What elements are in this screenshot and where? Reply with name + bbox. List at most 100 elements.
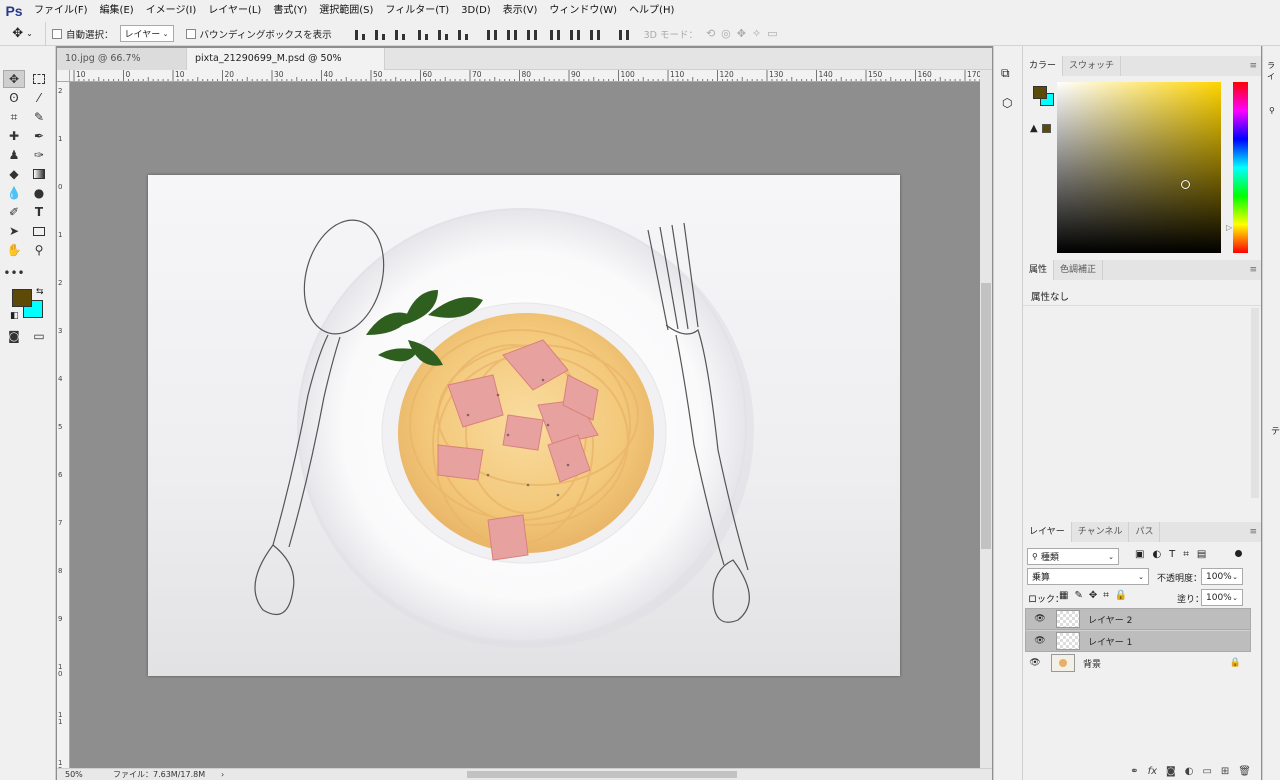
layer-row[interactable]: 👁 背景 🔒 — [1025, 652, 1251, 674]
screen-mode-icon[interactable]: ▭ — [28, 327, 50, 345]
3d-panel-icon[interactable]: ⬡ — [1002, 96, 1012, 110]
menu-image[interactable]: イメージ(I) — [140, 0, 203, 22]
align-vcenter-icon[interactable] — [373, 28, 387, 40]
auto-select-checkbox[interactable] — [52, 28, 62, 39]
status-arrow[interactable]: › — [221, 769, 224, 780]
layer-row[interactable]: 👁 レイヤー 2 — [1025, 608, 1251, 630]
move-tool-icon[interactable]: ✥ — [3, 70, 25, 88]
tab-paths[interactable]: パス — [1129, 522, 1161, 542]
layer-filter-dropdown[interactable]: ⚲ 種類 ⌄ — [1027, 548, 1119, 565]
menu-layer[interactable]: レイヤー(L) — [202, 0, 267, 22]
distribute-right-icon[interactable] — [588, 28, 602, 40]
distribute-hcenter-icon[interactable] — [568, 28, 582, 40]
eraser-tool-icon[interactable]: ◆ — [3, 165, 25, 183]
zoom-level[interactable]: 50% — [65, 769, 83, 780]
move-tool-preset[interactable]: ✥ ⌄ — [0, 21, 46, 46]
healing-brush-tool-icon[interactable]: ✚ — [3, 127, 25, 145]
bounding-box-toggle[interactable]: バウンディングボックスを表示 — [185, 22, 332, 46]
magic-wand-tool-icon[interactable]: ⁄ — [28, 89, 50, 107]
layer-row[interactable]: 👁 レイヤー 1 — [1025, 630, 1251, 652]
eyedropper-tool-icon[interactable]: ✎ — [28, 108, 50, 126]
lasso-tool-icon[interactable]: ʘ — [3, 89, 25, 107]
tab-swatches[interactable]: スウォッチ — [1063, 56, 1122, 76]
link-icon[interactable]: ⚭ — [1130, 766, 1138, 777]
eye-icon[interactable]: 👁 — [1030, 636, 1050, 646]
auto-align-icon[interactable] — [617, 28, 631, 40]
tab-pixta-psd[interactable]: pixta_21290699_M.psd @ 50% (RGB/8*)× — [187, 48, 385, 86]
panel-menu-icon[interactable]: ≡ — [1249, 61, 1257, 71]
filter-toggle-icon[interactable] — [1235, 550, 1242, 557]
history-brush-tool-icon[interactable]: ✑ — [28, 146, 50, 164]
menu-edit[interactable]: 編集(E) — [94, 0, 140, 22]
opacity-input[interactable]: 100% ⌄ — [1201, 568, 1243, 585]
menu-3d[interactable]: 3D(D) — [455, 0, 497, 22]
menu-type[interactable]: 書式(Y) — [267, 0, 313, 22]
trash-icon[interactable]: 🗑 — [1238, 766, 1251, 777]
blend-mode-dropdown[interactable]: 乗算 ⌄ — [1027, 568, 1149, 585]
hue-slider[interactable] — [1233, 82, 1248, 253]
panel-menu-icon[interactable]: ≡ — [1249, 527, 1257, 537]
panel-menu-icon[interactable]: ≡ — [1249, 265, 1257, 275]
hand-tool-icon[interactable]: ✋ — [3, 241, 25, 259]
menu-filter[interactable]: フィルター(T) — [379, 0, 455, 22]
eye-icon[interactable]: 👁 — [1025, 658, 1045, 668]
far-right-tab[interactable]: ライ — [1267, 60, 1280, 82]
marquee-tool-icon[interactable] — [28, 70, 50, 88]
mask-icon[interactable]: ◙ — [1166, 766, 1176, 777]
tab-adjustments[interactable]: 色調補正 — [1054, 260, 1104, 280]
zoom-tool-icon[interactable]: ⚲ — [28, 241, 50, 259]
pen-tool-icon[interactable]: ✐ — [3, 203, 25, 221]
color-picker-cursor[interactable] — [1181, 180, 1190, 189]
bounding-box-checkbox[interactable] — [185, 28, 196, 39]
saturation-brightness-field[interactable] — [1057, 82, 1221, 253]
more-tools-icon[interactable]: ••• — [3, 264, 25, 282]
rectangle-tool-icon[interactable] — [28, 222, 50, 240]
blur-tool-icon[interactable]: 💧 — [3, 184, 25, 202]
search-icon[interactable]: ⚲ — [1269, 106, 1275, 115]
menu-help[interactable]: ヘルプ(H) — [623, 0, 680, 22]
quick-mask-icon[interactable]: ◙ — [3, 327, 25, 345]
align-bottom-icon[interactable] — [393, 28, 407, 40]
tab-10-jpg[interactable]: 10.jpg @ 66.7% (RGB/8#)× — [57, 48, 187, 86]
eye-icon[interactable]: 👁 — [1030, 614, 1050, 624]
gamut-swatch[interactable] — [1042, 124, 1051, 133]
color-fg-swatch[interactable] — [1033, 86, 1047, 99]
foreground-color-swatch[interactable] — [12, 289, 32, 307]
distribute-vcenter-icon[interactable] — [505, 28, 519, 40]
gradient-tool-icon[interactable] — [28, 165, 50, 183]
fill-input[interactable]: 100% ⌄ — [1201, 589, 1243, 606]
crop-tool-icon[interactable]: ⌗ — [3, 108, 25, 126]
adjustment-icon[interactable]: ◐ — [1185, 766, 1194, 777]
brush-preset-icon[interactable]: ⧉ — [1001, 66, 1010, 81]
brush-tool-icon[interactable]: ✒ — [28, 127, 50, 145]
align-hcenter-icon[interactable] — [436, 28, 450, 40]
menu-window[interactable]: ウィンドウ(W) — [543, 0, 623, 22]
path-selection-tool-icon[interactable]: ➤ — [3, 222, 25, 240]
menu-select[interactable]: 選択範囲(S) — [313, 0, 379, 22]
auto-select-toggle[interactable]: 自動選択： — [52, 22, 114, 46]
tab-layers[interactable]: レイヤー — [1023, 522, 1072, 542]
menu-view[interactable]: 表示(V) — [497, 0, 544, 22]
properties-scrollbar[interactable] — [1251, 308, 1259, 498]
align-left-icon[interactable] — [416, 28, 430, 40]
menu-file[interactable]: ファイル(F) — [28, 0, 94, 22]
new-layer-icon[interactable]: ⊞ — [1221, 766, 1229, 777]
type-tool-icon[interactable]: T — [28, 203, 50, 221]
distribute-top-icon[interactable] — [485, 28, 499, 40]
swap-colors-icon[interactable]: ⇆ — [36, 287, 44, 297]
align-top-icon[interactable] — [353, 28, 367, 40]
horizontal-scroll-thumb[interactable] — [467, 771, 737, 778]
default-colors-icon[interactable]: ◧ — [10, 311, 19, 321]
tab-color[interactable]: カラー — [1023, 56, 1064, 76]
distribute-left-icon[interactable] — [548, 28, 562, 40]
hue-slider-handle[interactable]: ▷ — [1226, 223, 1232, 232]
distribute-bottom-icon[interactable] — [525, 28, 539, 40]
clone-stamp-tool-icon[interactable]: ♟ — [3, 146, 25, 164]
lock-icons[interactable]: ▦✎✥⌗🔒 — [1059, 590, 1133, 601]
group-icon[interactable]: ▭ — [1202, 766, 1211, 777]
vertical-scroll-thumb[interactable] — [981, 283, 991, 549]
layer-filter-icons[interactable]: ▣◐T⌗▤ — [1135, 549, 1214, 560]
align-right-icon[interactable] — [456, 28, 470, 40]
tab-channels[interactable]: チャンネル — [1072, 522, 1130, 542]
tab-properties[interactable]: 属性 — [1023, 260, 1055, 280]
